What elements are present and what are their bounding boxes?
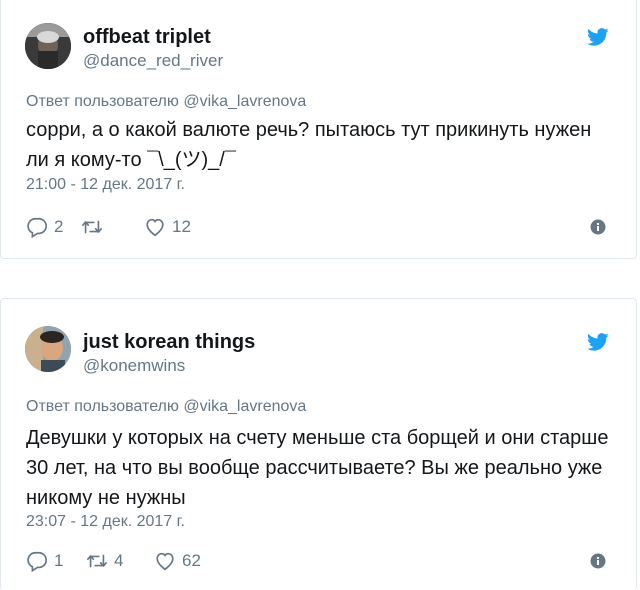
reply-button[interactable]: 1 <box>26 548 63 574</box>
tweet-text: сорри, а о какой валюте речь? пытаюсь ту… <box>26 119 592 171</box>
tweet-card[interactable]: just korean things @konemwins Ответ поль… <box>0 298 637 590</box>
heart-icon <box>154 550 176 572</box>
like-count: 12 <box>172 217 191 236</box>
tweet-card[interactable]: offbeat triplet @dance_red_river Ответ п… <box>0 0 637 259</box>
reply-icon <box>26 216 48 238</box>
tweet-actions: 2 12 <box>26 214 611 240</box>
retweet-icon <box>81 216 103 238</box>
info-icon <box>590 219 606 235</box>
like-count: 62 <box>182 551 201 570</box>
user-handle[interactable]: @dance_red_river <box>83 51 223 71</box>
reply-context[interactable]: Ответ пользователю @vika_lavrenova <box>26 398 306 416</box>
tweet-text: Девушки у которых на счету меньше ста бо… <box>26 427 609 509</box>
display-name[interactable]: offbeat triplet <box>83 26 211 49</box>
reply-context[interactable]: Ответ пользователю @vika_lavrenova <box>26 93 306 111</box>
retweet-button[interactable]: 4 <box>86 548 123 574</box>
timestamp[interactable]: 23:07 - 12 дек. 2017 г. <box>26 513 185 531</box>
reply-count: 2 <box>54 217 64 236</box>
retweet-icon <box>86 550 108 572</box>
user-handle[interactable]: @konemwins <box>83 356 185 376</box>
twitter-bird-icon[interactable] <box>587 28 609 46</box>
retweet-count: 4 <box>114 551 124 570</box>
reply-count: 1 <box>54 551 64 570</box>
retweet-button[interactable] <box>81 214 109 240</box>
timestamp[interactable]: 21:00 - 12 дек. 2017 г. <box>26 176 185 194</box>
twitter-bird-icon[interactable] <box>587 333 609 351</box>
info-button[interactable] <box>590 548 606 574</box>
avatar[interactable] <box>25 23 71 69</box>
heart-icon <box>144 216 166 238</box>
info-button[interactable] <box>590 214 606 240</box>
avatar[interactable] <box>25 326 71 372</box>
reply-button[interactable]: 2 <box>26 214 63 240</box>
tweet-actions: 1 4 62 <box>26 548 611 574</box>
like-button[interactable]: 12 <box>144 214 191 240</box>
like-button[interactable]: 62 <box>154 548 201 574</box>
display-name[interactable]: just korean things <box>83 331 255 354</box>
reply-icon <box>26 550 48 572</box>
info-icon <box>590 553 606 569</box>
